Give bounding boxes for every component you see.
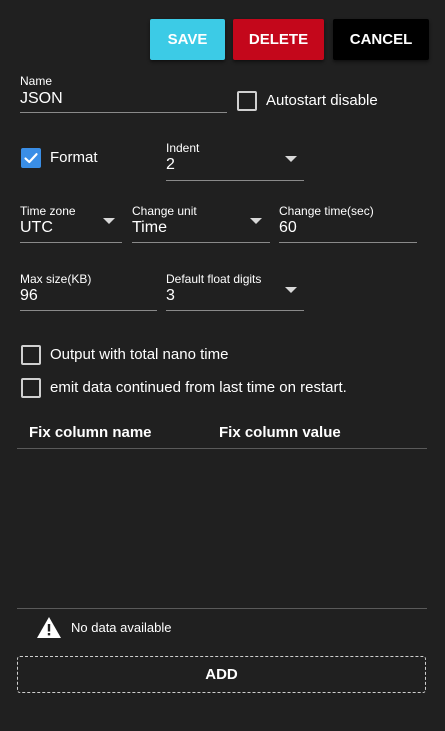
checkmark-icon bbox=[24, 153, 38, 164]
chevron-down-icon[interactable] bbox=[250, 218, 262, 224]
chevron-down-icon[interactable] bbox=[103, 218, 115, 224]
name-input[interactable]: JSON bbox=[20, 89, 63, 109]
output-total-nano-checkbox[interactable] bbox=[21, 345, 41, 365]
add-button[interactable]: ADD bbox=[17, 656, 426, 693]
indent-select[interactable]: 2 bbox=[166, 155, 175, 175]
max-size-underline bbox=[20, 310, 157, 311]
change-unit-underline bbox=[132, 242, 270, 243]
warning-icon bbox=[37, 617, 61, 638]
change-time-input[interactable]: 60 bbox=[279, 218, 297, 238]
default-float-digits-select[interactable]: 3 bbox=[166, 286, 175, 306]
save-button[interactable]: SAVE bbox=[150, 19, 225, 60]
autostart-disable-checkbox[interactable] bbox=[237, 91, 257, 111]
cancel-button[interactable]: CANCEL bbox=[333, 19, 429, 60]
table-header-divider bbox=[17, 448, 427, 449]
time-zone-underline bbox=[20, 242, 122, 243]
emit-continued-checkbox[interactable] bbox=[21, 378, 41, 398]
chevron-down-icon[interactable] bbox=[285, 287, 297, 293]
table-footer-divider bbox=[17, 608, 427, 609]
indent-underline bbox=[166, 180, 304, 181]
change-time-label: Change time(sec) bbox=[279, 204, 374, 218]
autostart-disable-label: Autostart disable bbox=[266, 92, 378, 109]
name-underline bbox=[20, 112, 227, 113]
name-label: Name bbox=[20, 74, 53, 88]
change-time-underline bbox=[279, 242, 417, 243]
default-float-digits-label: Default float digits bbox=[166, 272, 262, 286]
time-zone-label: Time zone bbox=[20, 204, 76, 218]
time-zone-select[interactable]: UTC bbox=[20, 218, 53, 238]
default-float-digits-underline bbox=[166, 310, 304, 311]
chevron-down-icon[interactable] bbox=[285, 156, 297, 162]
delete-button[interactable]: DELETE bbox=[233, 19, 324, 60]
table-header-fix-column-name[interactable]: Fix column name bbox=[29, 424, 152, 442]
table-header-fix-column-value[interactable]: Fix column value bbox=[219, 424, 341, 442]
empty-table-message: No data available bbox=[71, 620, 172, 635]
format-label: Format bbox=[50, 149, 98, 166]
emit-continued-label: emit data continued from last time on re… bbox=[50, 379, 347, 396]
indent-label: Indent bbox=[166, 141, 200, 155]
change-unit-label: Change unit bbox=[132, 204, 197, 218]
output-total-nano-label: Output with total nano time bbox=[50, 346, 229, 363]
max-size-label: Max size(KB) bbox=[20, 272, 92, 286]
change-unit-select[interactable]: Time bbox=[132, 218, 167, 238]
max-size-input[interactable]: 96 bbox=[20, 286, 38, 306]
format-checkbox[interactable] bbox=[21, 148, 41, 168]
